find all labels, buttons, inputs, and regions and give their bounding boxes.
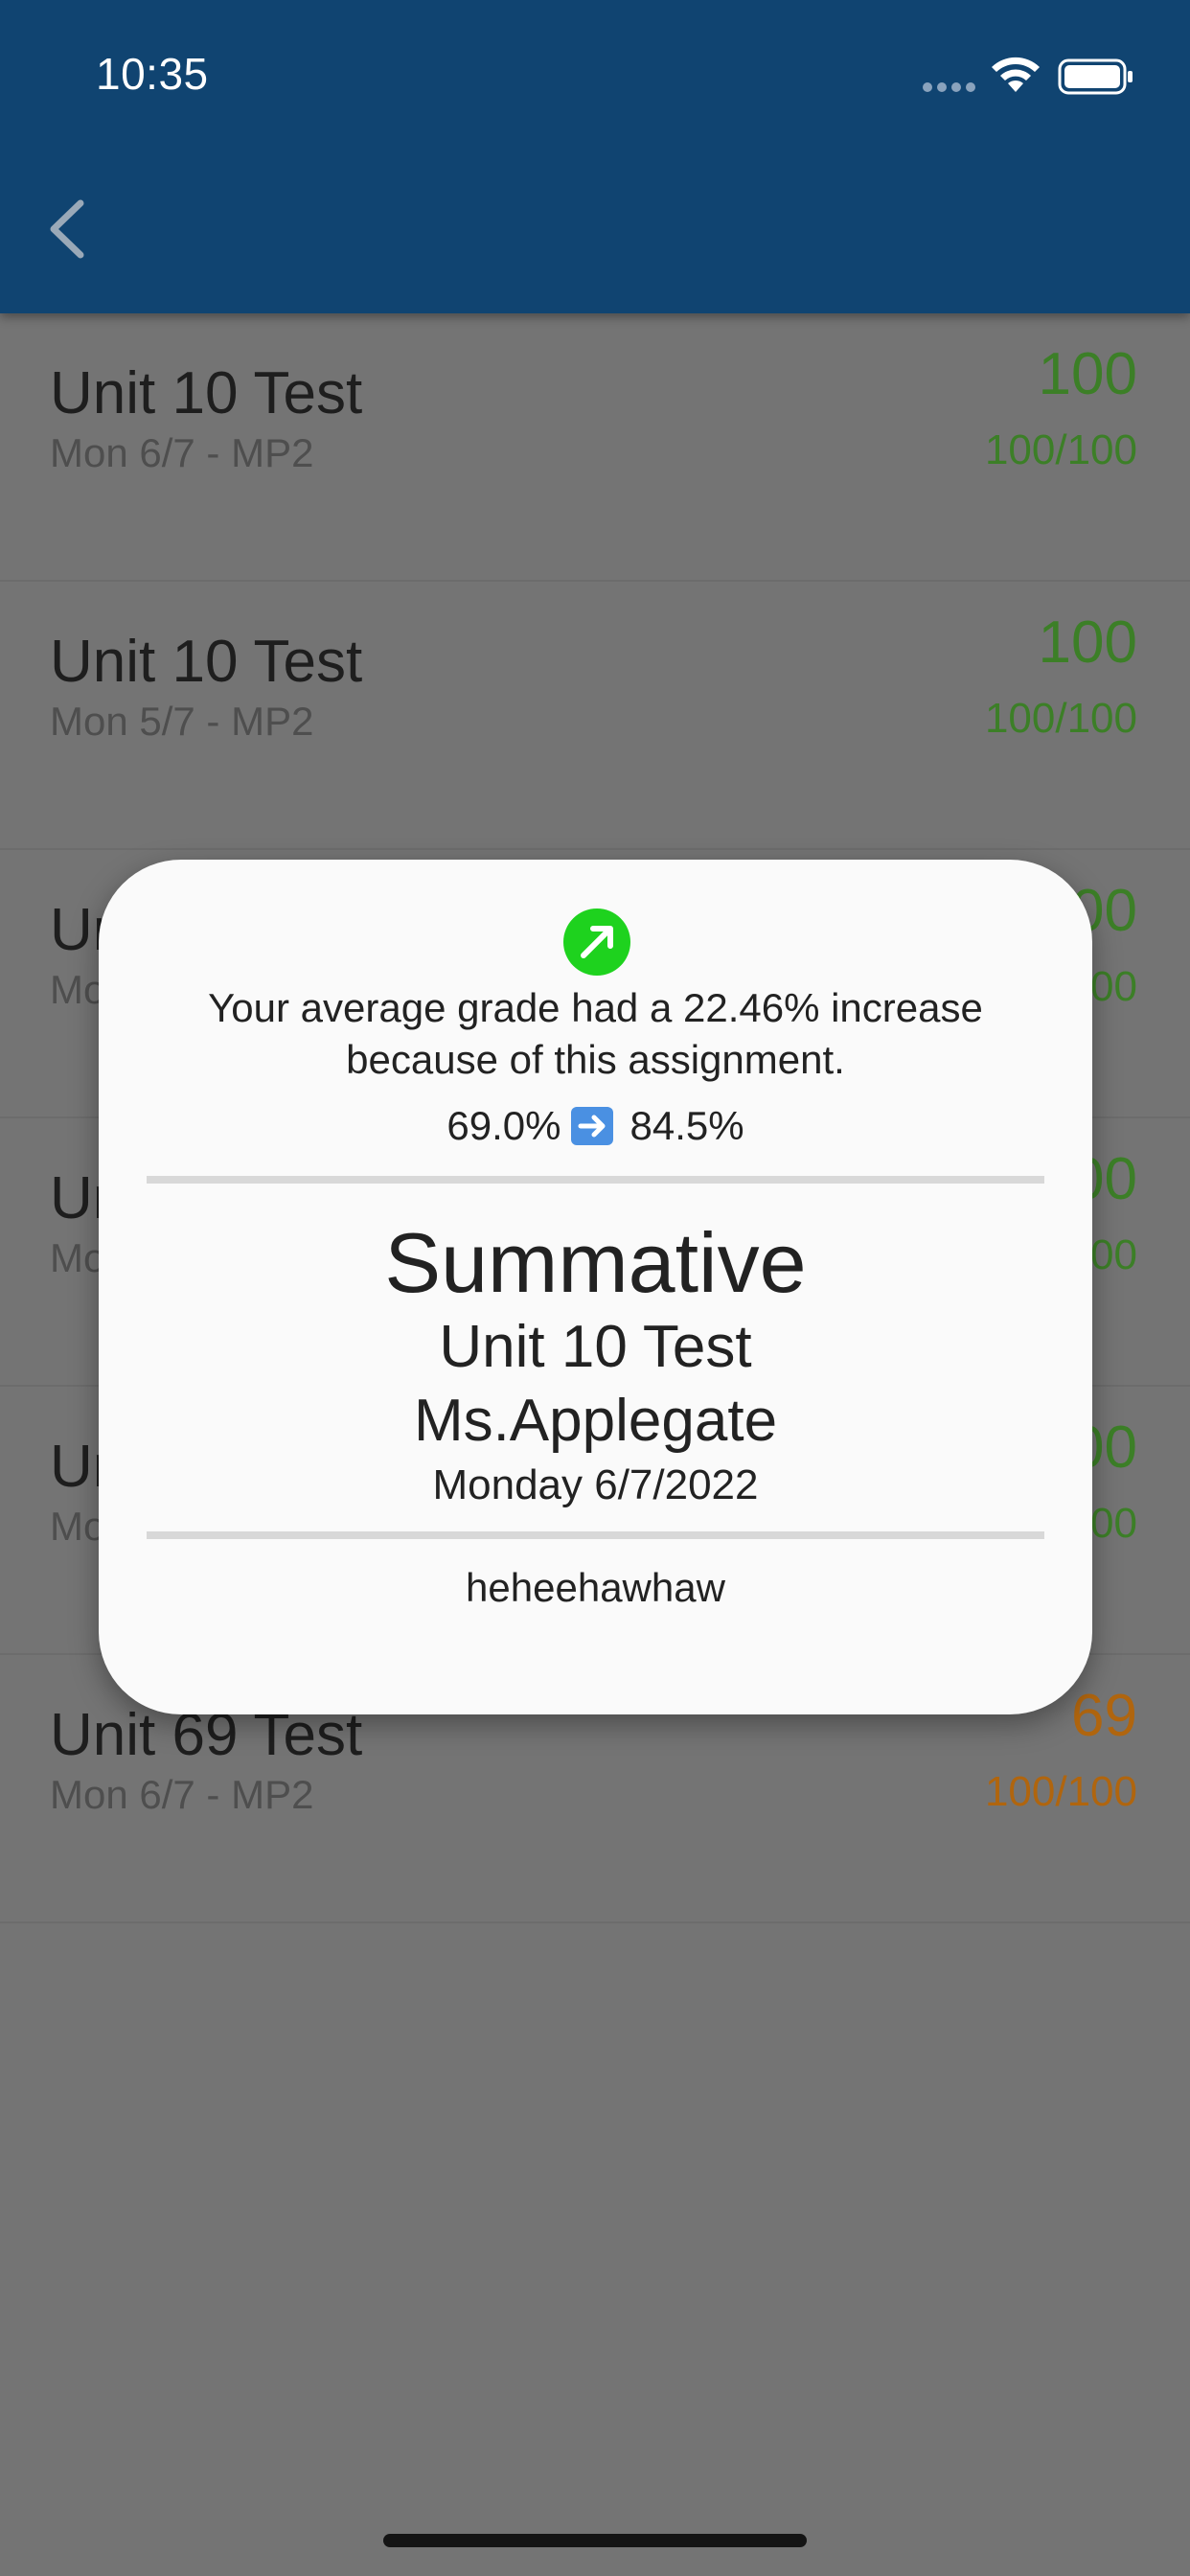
- assignment-title: Unit 10 Test: [50, 629, 363, 695]
- app-header: 10:35: [0, 0, 1190, 313]
- teacher-name: Ms.Applegate: [413, 1388, 778, 1454]
- home-indicator: [383, 2534, 807, 2547]
- back-icon[interactable]: [44, 196, 92, 263]
- grade-change-dialog[interactable]: Your average grade had a 22.46% increase…: [99, 860, 1092, 1714]
- assignment-category: Summative: [384, 1215, 807, 1310]
- status-time: 10:35: [96, 49, 209, 99]
- assignment-date-period: Mon 6/7 - MP2: [50, 1772, 314, 1817]
- assignment-title: Unit 10 Test: [50, 360, 363, 426]
- grade-before: 69.0%: [446, 1103, 561, 1148]
- list-item[interactable]: Unit 10 Test Mon 5/7 - MP2 100 100/100: [0, 582, 1190, 850]
- divider: [147, 1176, 1044, 1184]
- assignment-grade: 100: [1038, 610, 1137, 676]
- assignment-score: 100/100: [984, 695, 1137, 742]
- assignment-date-period: Mon 5/7 - MP2: [50, 699, 314, 744]
- assignment-name: Unit 10 Test: [439, 1314, 752, 1380]
- assignment-score: 100/100: [984, 1768, 1137, 1815]
- arrow-right-icon: [570, 1107, 613, 1145]
- cellular-signal-icon: [923, 82, 976, 92]
- assignment-grade: 100: [1038, 341, 1137, 407]
- divider: [147, 1531, 1044, 1539]
- battery-icon: [1058, 58, 1133, 95]
- assignment-score: 100/100: [984, 426, 1137, 473]
- assignment-comment: heheehawhaw: [466, 1565, 725, 1610]
- trend-up-icon: [563, 908, 630, 976]
- assignment-date-period: Mon 6/7 - MP2: [50, 430, 314, 475]
- grade-change-values: 69.0% 84.5%: [99, 1103, 1092, 1149]
- list-item[interactable]: Unit 10 TestMon 6/7 - MP2 100 100/100: [0, 313, 1190, 582]
- assignment-grade: 69: [1071, 1683, 1137, 1749]
- grade-change-message: Your average grade had a 22.46% increase…: [208, 985, 983, 1082]
- assignment-date: Monday 6/7/2022: [432, 1461, 759, 1508]
- wifi-icon: [992, 57, 1040, 92]
- grade-after: 84.5%: [629, 1103, 744, 1148]
